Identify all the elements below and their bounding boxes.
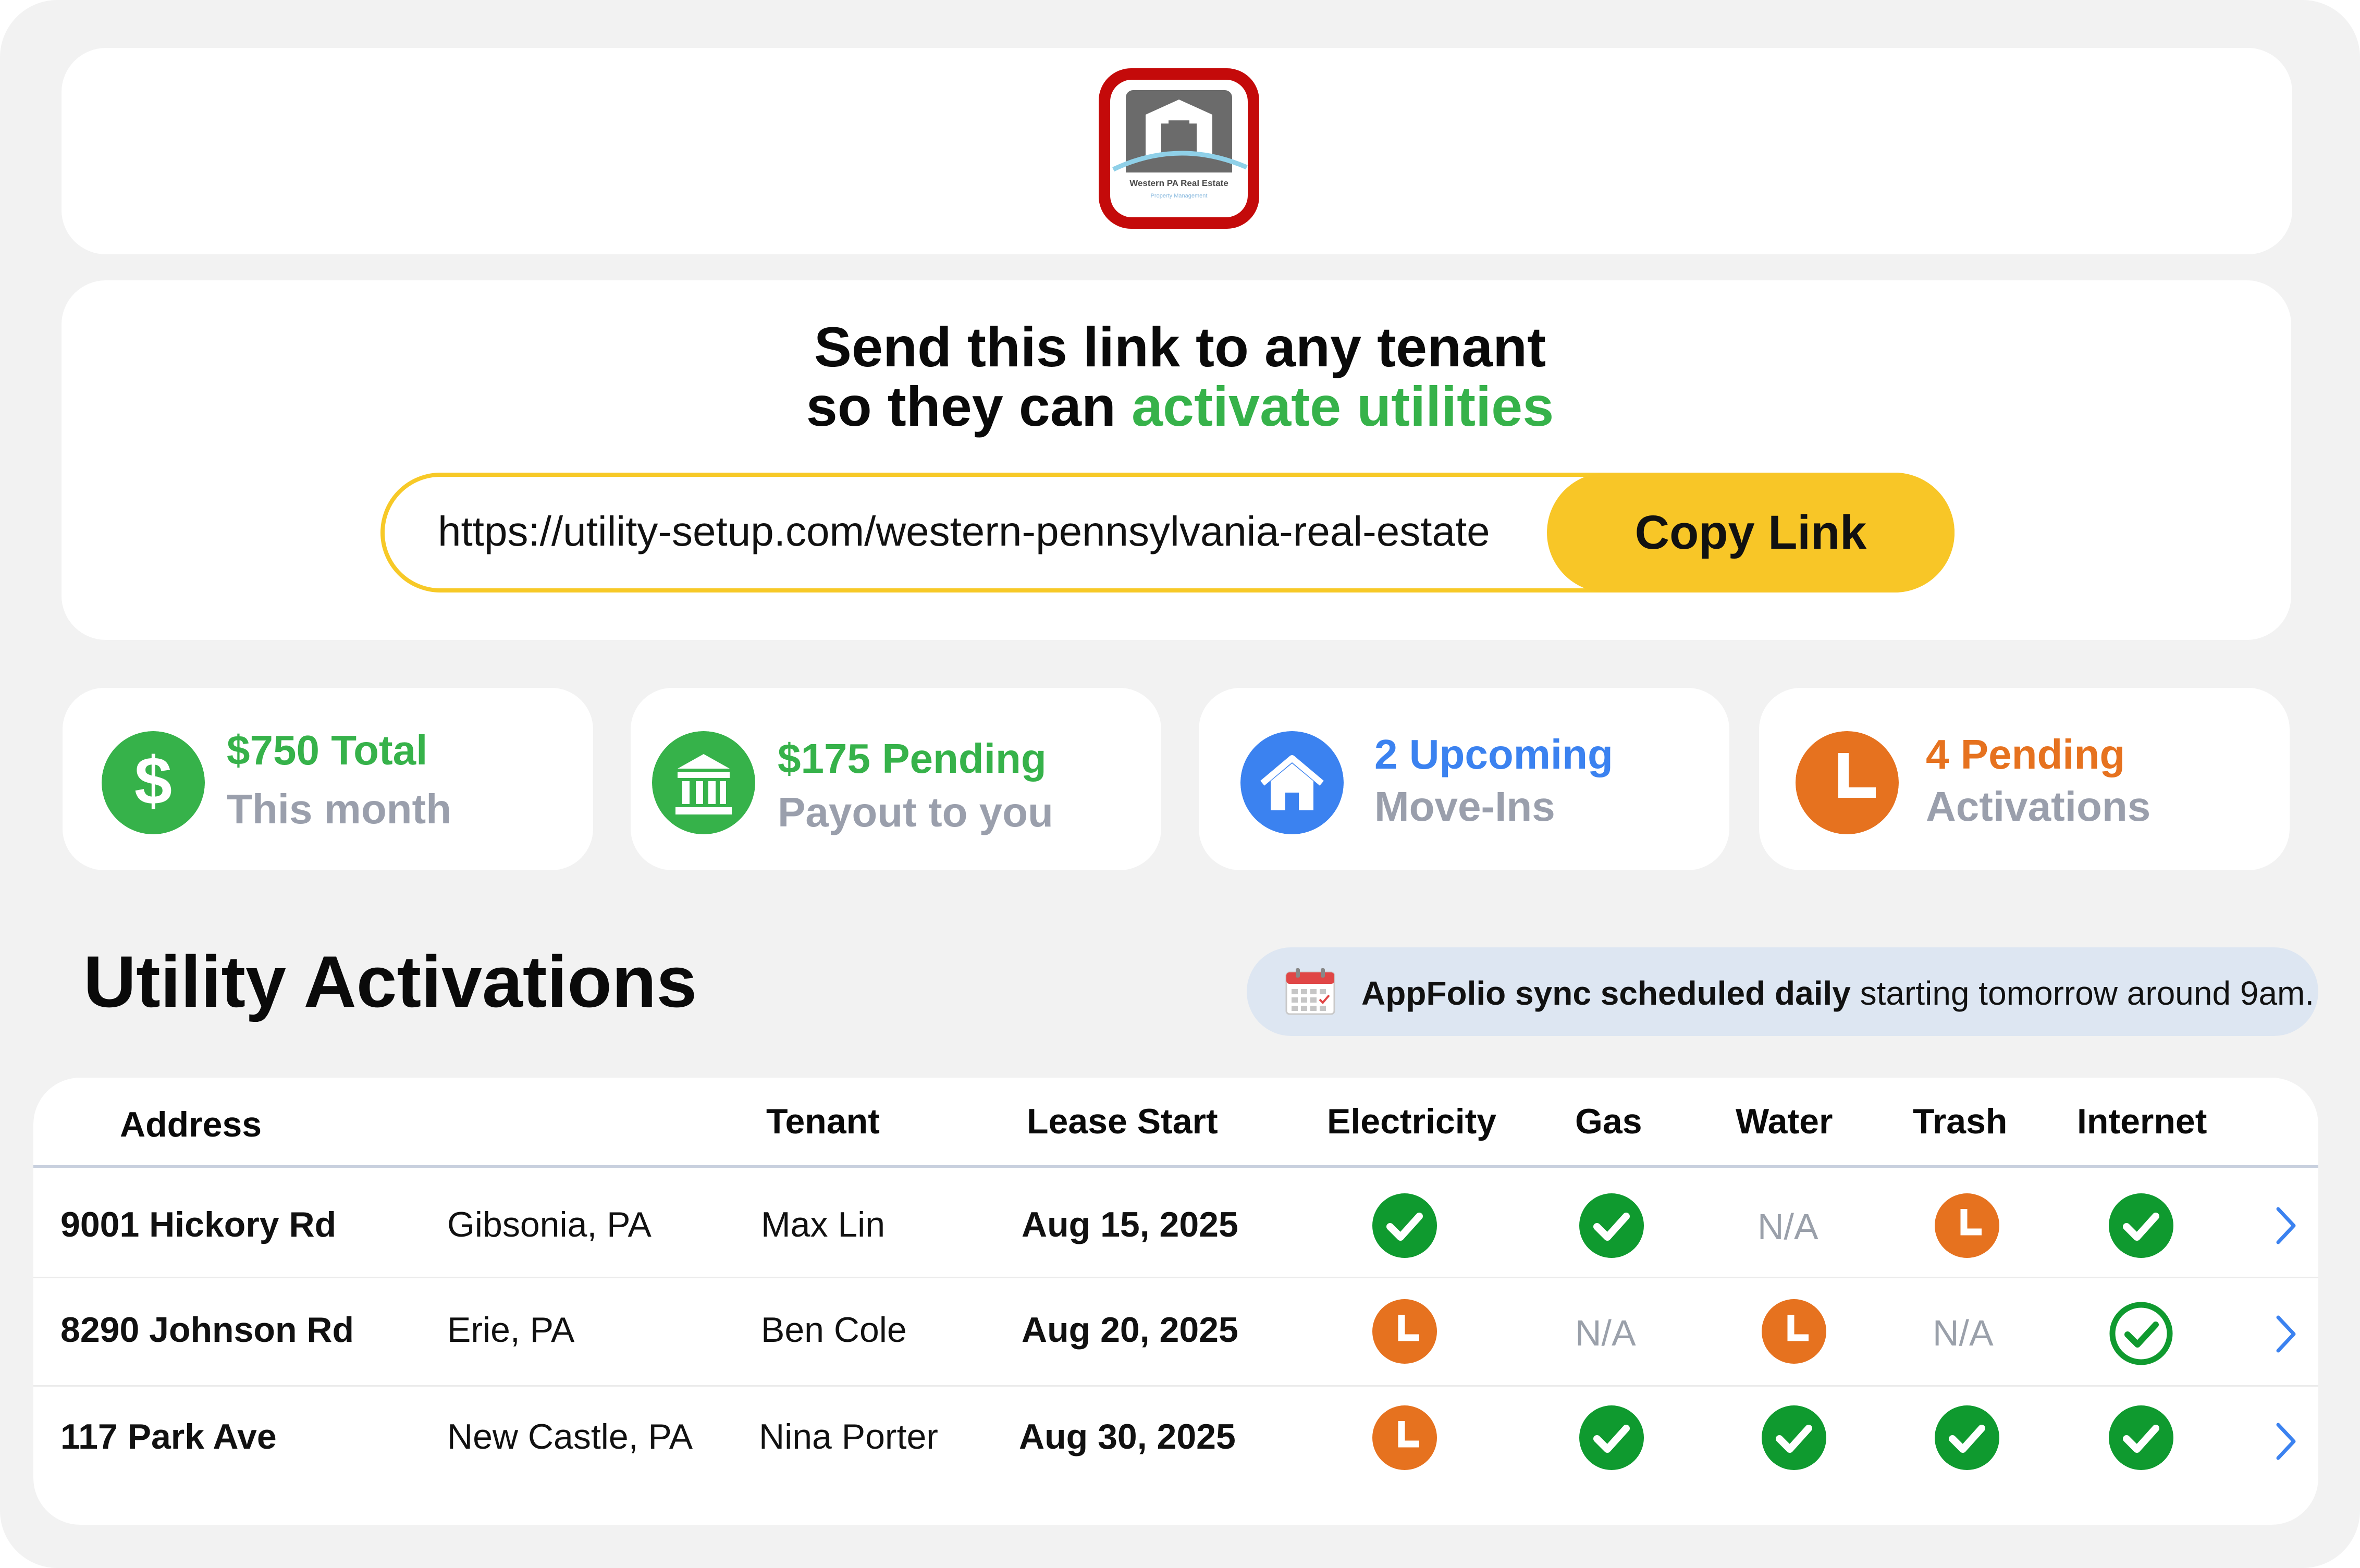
row-lease-start: Aug 30, 2025 [1019,1417,1236,1456]
svg-text:$: $ [134,743,172,819]
clock-icon [1372,1405,1437,1470]
share-headline-line2: so they can activate utilities [0,376,2360,437]
company-logo: Western PA Real Estate Property Manageme… [1099,68,1259,229]
row-city: Gibsonia, PA [447,1205,652,1244]
copy-link-button[interactable]: Copy Link [1547,473,1955,592]
row-divider [33,1277,2318,1278]
stat-payout-label: Payout to you [778,789,1053,835]
sync-message: AppFolio sync scheduled daily starting t… [1361,972,2314,1014]
chevron-right-icon[interactable] [2270,1205,2301,1246]
row-divider [33,1385,2318,1387]
col-header-address: Address [120,1105,262,1144]
col-header-lease-start: Lease Start [1027,1102,1218,1141]
page-title: Utility Activations [83,941,697,1022]
table-header-divider [33,1165,2318,1168]
app-screen: Western PA Real Estate Property Manageme… [0,0,2360,1568]
stat-activations-value: 4 Pending [1926,731,2125,777]
stat-activations-label: Activations [1926,783,2151,830]
check-icon [1762,1405,1826,1470]
not-applicable-text: N/A [1575,1313,1636,1353]
headline-accent: activate utilities [1131,375,1554,438]
clock-icon [1372,1299,1437,1364]
headline-prefix: so they can [806,375,1132,438]
check-outline-icon [2109,1302,2173,1365]
clock-icon [1762,1299,1826,1364]
logo-brand-text: Western PA Real Estate [1129,178,1228,188]
dollar-icon: $ [102,731,205,834]
row-tenant: Ben Cole [761,1310,907,1350]
sync-bold-text: AppFolio sync scheduled daily [1361,974,1851,1012]
clock-icon [1796,731,1899,834]
row-address: 9001 Hickory Rd [60,1205,337,1244]
sync-rest-text: starting tomorrow around 9am. [1850,974,2315,1012]
stat-total-value: $750 Total [227,727,428,773]
not-applicable-text: N/A [1757,1206,1818,1247]
col-header-trash: Trash [1913,1102,2008,1141]
bank-icon [652,731,755,834]
col-header-tenant: Tenant [766,1102,880,1141]
stat-payout-value: $175 Pending [778,735,1047,782]
check-icon [2109,1405,2173,1470]
row-address: 117 Park Ave [60,1417,277,1456]
calendar-icon [1285,968,1335,1015]
row-lease-start: Aug 20, 2025 [1022,1310,1238,1350]
check-icon [2109,1193,2173,1258]
home-icon [1240,731,1344,834]
row-address: 8290 Johnson Rd [60,1310,354,1350]
col-header-internet: Internet [2077,1102,2207,1141]
stat-total-label: This month [227,786,452,832]
row-tenant: Max Lin [761,1205,886,1244]
col-header-electricity: Electricity [1327,1102,1497,1141]
stat-move-ins-label: Move-Ins [1374,783,1555,830]
stat-move-ins-value: 2 Upcoming [1374,731,1613,777]
check-icon [1579,1193,1644,1258]
row-tenant: Nina Porter [759,1417,938,1456]
clock-icon [1935,1193,1999,1258]
row-lease-start: Aug 15, 2025 [1022,1205,1238,1244]
check-icon [1935,1405,1999,1470]
not-applicable-text: N/A [1933,1313,1994,1353]
share-link-text[interactable]: https://utility-setup.com/western-pennsy… [438,500,1490,563]
share-headline-line1: Send this link to any tenant [814,315,1546,378]
check-icon [1372,1193,1437,1258]
col-header-gas: Gas [1575,1102,1642,1141]
col-header-water: Water [1736,1102,1833,1141]
chevron-right-icon[interactable] [2270,1313,2301,1355]
check-icon [1579,1405,1644,1470]
chevron-right-icon[interactable] [2270,1421,2301,1462]
row-city: Erie, PA [447,1310,575,1350]
logo-sub-text: Property Management [1151,193,1208,199]
row-city: New Castle, PA [447,1417,693,1456]
